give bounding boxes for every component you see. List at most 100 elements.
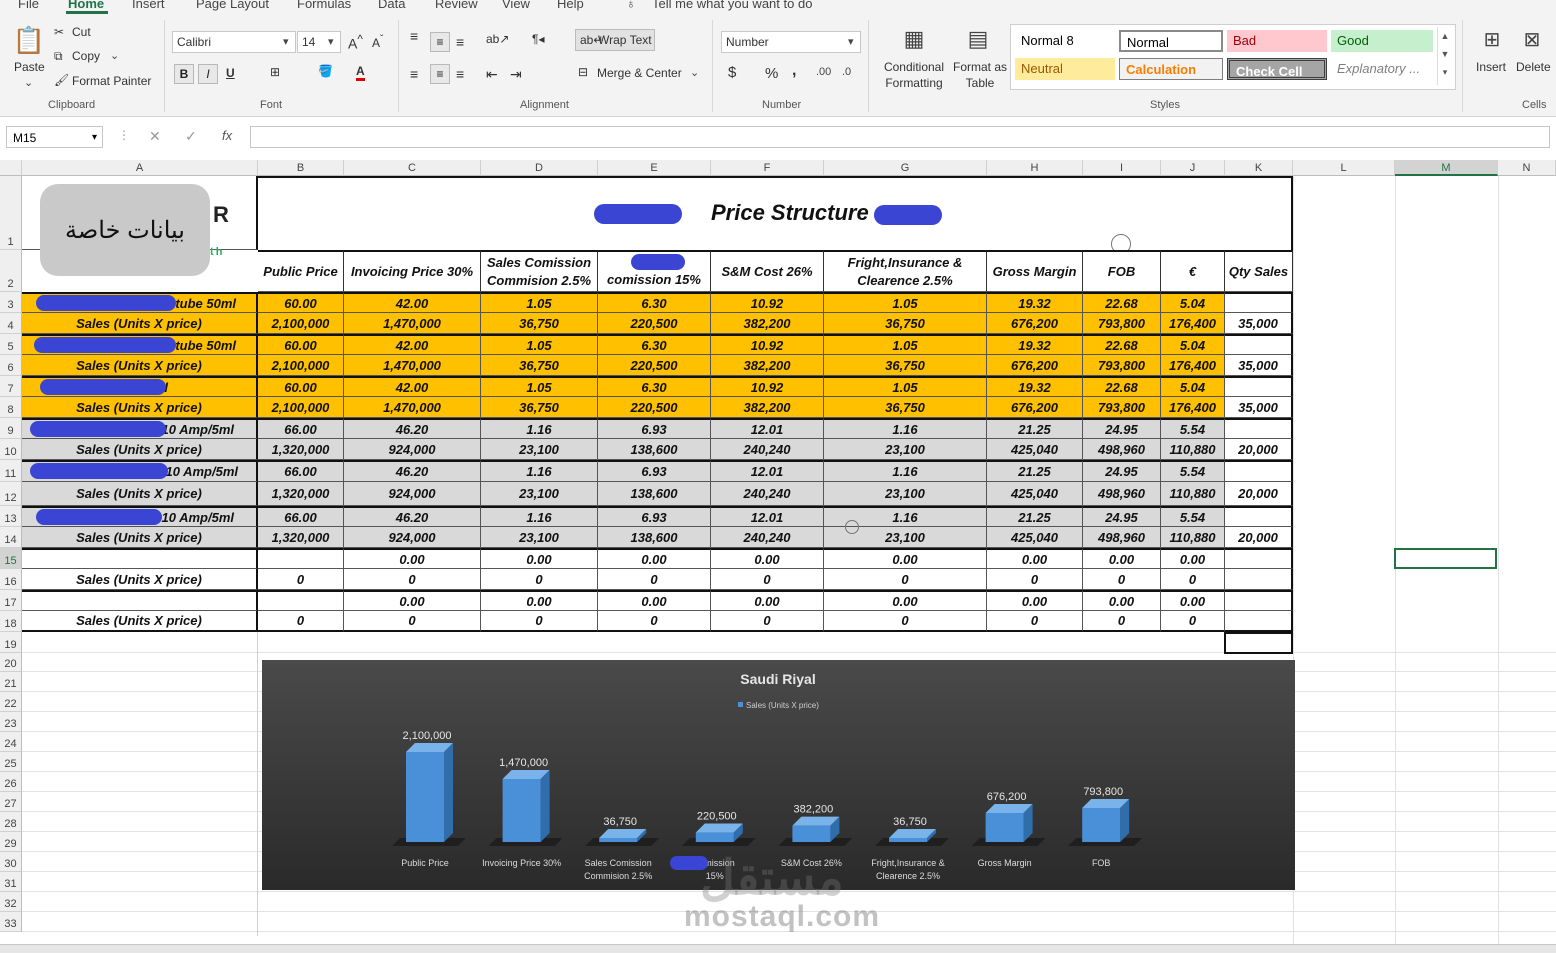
row-header-6[interactable]: 6 bbox=[0, 355, 22, 376]
style-calculation[interactable]: Calculation bbox=[1119, 58, 1223, 80]
table-cell[interactable]: 36,750 bbox=[481, 313, 598, 334]
table-cell[interactable]: 36,750 bbox=[824, 397, 987, 418]
enter-icon[interactable]: ✓ bbox=[185, 128, 197, 145]
table-cell[interactable]: 498,960 bbox=[1083, 482, 1161, 506]
conditional-formatting-icon[interactable]: ▦ bbox=[898, 24, 930, 54]
row-header-33[interactable]: 33 bbox=[0, 912, 22, 932]
row-header-13[interactable]: 13 bbox=[0, 506, 22, 527]
paste-icon[interactable]: 📋 bbox=[13, 24, 45, 56]
table-cell[interactable]: 793,800 bbox=[1083, 355, 1161, 376]
table-cell[interactable]: 12.01 bbox=[711, 460, 824, 482]
table-cell[interactable]: 5.04 bbox=[1161, 334, 1225, 355]
table-cell[interactable]: 0 bbox=[1083, 569, 1161, 590]
chevron-down-icon[interactable]: ⌄ bbox=[24, 76, 33, 89]
italic-button[interactable]: I bbox=[198, 64, 218, 84]
table-cell[interactable]: 793,800 bbox=[1083, 397, 1161, 418]
table-cell[interactable]: 676,200 bbox=[987, 313, 1083, 334]
chevron-down-icon[interactable]: ⌄ bbox=[690, 66, 699, 79]
row-header-27[interactable]: 27 bbox=[0, 792, 22, 812]
table-cell[interactable]: 0.00 bbox=[824, 548, 987, 569]
style-neutral[interactable]: Neutral bbox=[1015, 58, 1115, 80]
table-cell[interactable]: 1.16 bbox=[481, 506, 598, 527]
table-cell[interactable]: 240,240 bbox=[711, 482, 824, 506]
table-cell[interactable]: 1.16 bbox=[824, 418, 987, 439]
table-cell[interactable]: 66.00 bbox=[258, 418, 344, 439]
shape-handle[interactable] bbox=[845, 520, 859, 534]
table-cell[interactable]: 6.30 bbox=[598, 292, 711, 313]
column-header-a[interactable]: A bbox=[22, 160, 258, 176]
table-cell[interactable] bbox=[1225, 548, 1293, 569]
cancel-icon[interactable]: ✕ bbox=[149, 128, 161, 145]
table-cell[interactable]: 20,000 bbox=[1225, 482, 1293, 506]
header-cell[interactable]: Fright,Insurance & Clearence 2.5% bbox=[824, 250, 987, 292]
style-bad[interactable]: Bad bbox=[1227, 30, 1327, 52]
row-label[interactable]: Sales (Units X price) bbox=[22, 313, 258, 334]
table-cell[interactable] bbox=[1225, 376, 1293, 397]
row-header-7[interactable]: 7 bbox=[0, 376, 22, 397]
table-cell[interactable]: 22.68 bbox=[1083, 334, 1161, 355]
column-header-h[interactable]: H bbox=[987, 160, 1083, 176]
style-explanatory[interactable]: Explanatory ... bbox=[1331, 58, 1433, 80]
menu-review[interactable]: Review bbox=[435, 0, 478, 11]
table-cell[interactable]: 1,320,000 bbox=[258, 527, 344, 548]
align-bottom-icon[interactable]: ≡ bbox=[456, 34, 464, 50]
table-cell[interactable]: 0 bbox=[1083, 611, 1161, 632]
table-cell[interactable]: 498,960 bbox=[1083, 527, 1161, 548]
delete-button[interactable]: Delete bbox=[1516, 60, 1551, 74]
table-cell[interactable]: 66.00 bbox=[258, 460, 344, 482]
header-cell[interactable]: FOB bbox=[1083, 250, 1161, 292]
row-header-30[interactable]: 30 bbox=[0, 852, 22, 872]
table-cell[interactable]: 924,000 bbox=[344, 527, 481, 548]
table-cell[interactable]: 220,500 bbox=[598, 397, 711, 418]
table-cell[interactable]: 1.05 bbox=[824, 334, 987, 355]
table-cell[interactable]: 0 bbox=[258, 611, 344, 632]
style-check-cell[interactable]: Check Cell bbox=[1227, 58, 1327, 80]
table-cell[interactable]: 0.00 bbox=[1083, 590, 1161, 611]
table-cell[interactable]: 176,400 bbox=[1161, 355, 1225, 376]
table-cell[interactable]: 21.25 bbox=[987, 506, 1083, 527]
table-cell[interactable] bbox=[258, 590, 344, 611]
wrap-text-button[interactable]: ab↵ Wrap Text bbox=[575, 29, 655, 51]
table-cell[interactable]: 220,500 bbox=[598, 313, 711, 334]
row-header-5[interactable]: 5 bbox=[0, 334, 22, 355]
table-cell[interactable]: 20,000 bbox=[1225, 527, 1293, 548]
table-cell[interactable]: 425,040 bbox=[987, 439, 1083, 460]
row-header-4[interactable]: 4 bbox=[0, 313, 22, 334]
table-cell[interactable]: 36,750 bbox=[481, 355, 598, 376]
table-cell[interactable]: 21.25 bbox=[987, 418, 1083, 439]
row-header-19[interactable]: 19 bbox=[0, 632, 22, 653]
row-header-25[interactable]: 25 bbox=[0, 752, 22, 772]
table-cell[interactable]: 0.00 bbox=[1161, 548, 1225, 569]
table-cell[interactable]: 36,750 bbox=[824, 313, 987, 334]
table-cell[interactable]: 0.00 bbox=[987, 548, 1083, 569]
table-cell[interactable]: 60.00 bbox=[258, 376, 344, 397]
align-middle-icon[interactable]: ≡ bbox=[430, 32, 450, 52]
table-cell[interactable]: 19.32 bbox=[987, 292, 1083, 313]
table-cell[interactable]: 1.16 bbox=[481, 460, 598, 482]
table-cell[interactable] bbox=[1225, 506, 1293, 527]
table-cell[interactable]: 0.00 bbox=[344, 590, 481, 611]
insert-button[interactable]: Insert bbox=[1476, 60, 1506, 74]
table-cell[interactable]: 1,470,000 bbox=[344, 355, 481, 376]
format-as-table-button[interactable]: Format as Table bbox=[950, 59, 1010, 91]
table-cell[interactable]: 23,100 bbox=[481, 527, 598, 548]
column-header-j[interactable]: J bbox=[1161, 160, 1225, 176]
row-label[interactable]: Sales (Units X price) bbox=[22, 439, 258, 460]
table-cell[interactable]: 23,100 bbox=[824, 482, 987, 506]
header-cell[interactable]: Qty Sales bbox=[1225, 250, 1293, 292]
row-label[interactable] bbox=[22, 590, 258, 611]
row-header-3[interactable]: 3 bbox=[0, 292, 22, 313]
formula-input[interactable] bbox=[250, 126, 1550, 148]
font-color-icon[interactable]: A bbox=[356, 64, 365, 81]
table-cell[interactable]: 23,100 bbox=[481, 482, 598, 506]
rtl-icon[interactable]: ¶◂ bbox=[532, 32, 544, 46]
table-cell[interactable]: 6.93 bbox=[598, 460, 711, 482]
table-cell[interactable]: 1.16 bbox=[481, 418, 598, 439]
row-label[interactable]: Sales (Units X price) bbox=[22, 569, 258, 590]
table-cell[interactable]: 19.32 bbox=[987, 376, 1083, 397]
column-header-k[interactable]: K bbox=[1225, 160, 1293, 176]
empty-bordered-cell[interactable] bbox=[1224, 632, 1293, 654]
row-header-10[interactable]: 10 bbox=[0, 439, 22, 460]
table-cell[interactable]: 924,000 bbox=[344, 482, 481, 506]
table-cell[interactable]: 5.54 bbox=[1161, 460, 1225, 482]
